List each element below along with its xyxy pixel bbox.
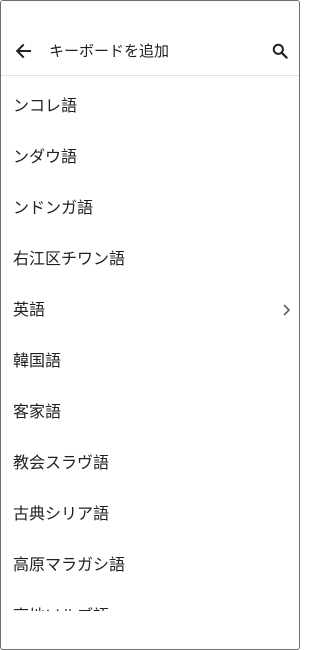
language-list-item[interactable]: ンコレ語 [1, 81, 299, 132]
language-label: 英語 [13, 300, 46, 319]
language-list-item[interactable]: 高地ソルブ語 [1, 591, 299, 611]
screen: キーボードを追加 ンコレ語ンダウ語ンドンガ語右江区チワン語 英語韓国語客家語教会ス… [0, 0, 300, 650]
language-list: ンコレ語ンダウ語ンドンガ語右江区チワン語 英語韓国語客家語教会スラヴ語 古典シリア語… [1, 81, 299, 611]
language-label: 古典シリア語 [13, 504, 110, 523]
language-list-item[interactable]: 英語 [1, 285, 299, 336]
arrow-back-icon [15, 43, 31, 59]
language-label: 高地ソルブ語 [13, 605, 109, 611]
language-label: 右江区チワン語 [13, 249, 126, 268]
language-list-item[interactable]: 客家語 [1, 387, 299, 438]
back-button[interactable] [12, 39, 34, 63]
language-label: ンコレ語 [13, 96, 78, 115]
search-button[interactable] [269, 39, 291, 63]
language-label: 高原マラガシ語 [13, 555, 126, 574]
language-list-item[interactable]: 古典シリア語 [1, 489, 299, 540]
language-list-item[interactable]: ンダウ語 [1, 132, 299, 183]
language-list-item[interactable]: 右江区チワン語 [1, 234, 299, 285]
language-label: ンドンガ語 [13, 198, 94, 217]
app-bar: キーボードを追加 [1, 1, 299, 76]
language-label: 韓国語 [13, 351, 62, 370]
language-label: 教会スラヴ語 [13, 453, 110, 472]
language-list-item[interactable]: 教会スラヴ語 [1, 438, 299, 489]
page-title: キーボードを追加 [49, 42, 170, 60]
language-label: 客家語 [13, 402, 62, 421]
language-list-item[interactable]: 高原マラガシ語 [1, 540, 299, 591]
search-icon [272, 43, 288, 59]
chevron-right-icon [281, 303, 293, 317]
language-list-item[interactable]: ンドンガ語 [1, 183, 299, 234]
language-list-item[interactable]: 韓国語 [1, 336, 299, 387]
language-label: ンダウ語 [13, 147, 78, 166]
